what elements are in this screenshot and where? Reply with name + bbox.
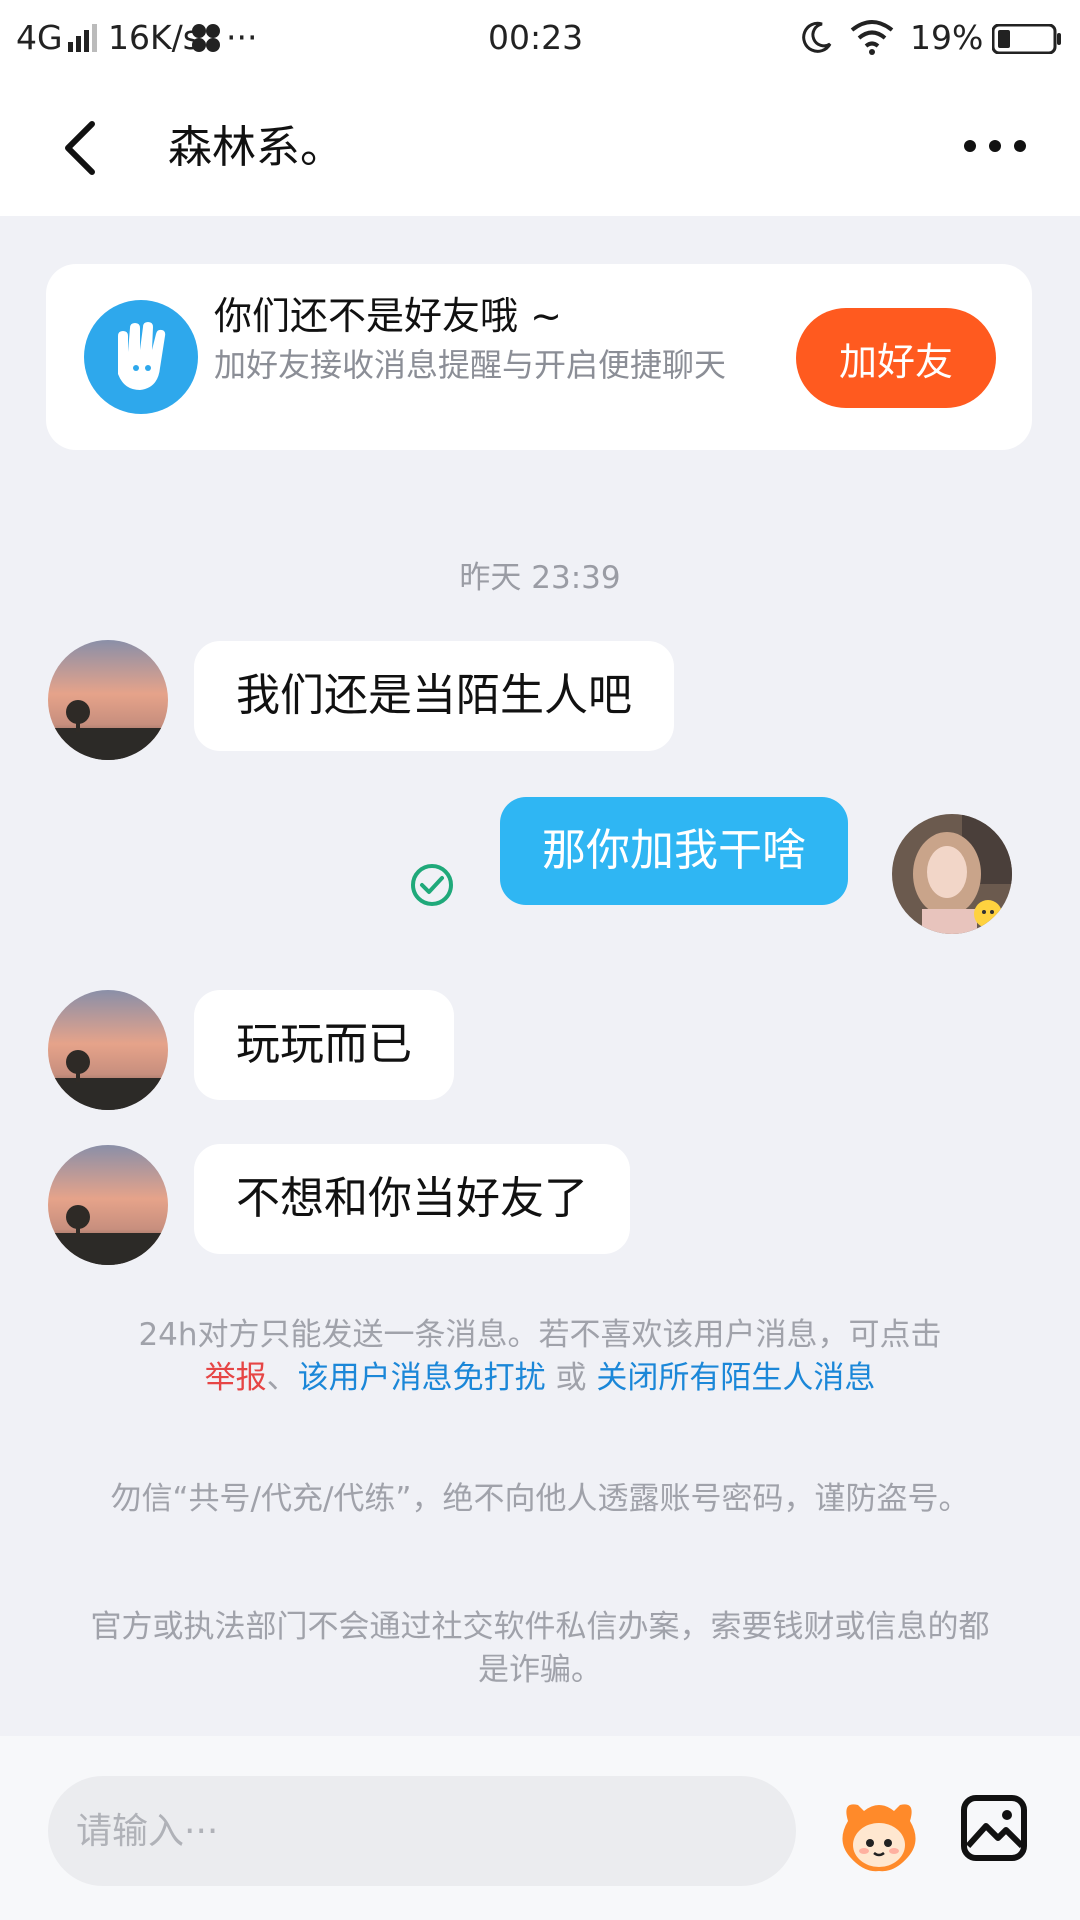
contact-avatar[interactable] [48,990,168,1110]
message-input-bar [0,1736,1080,1920]
close-stranger-messages-link[interactable]: 关闭所有陌生人消息 [596,1360,875,1396]
card-subtitle: 加好友接收消息提醒与开启便捷聊天 [214,346,727,384]
account-safety-warning: 勿信“共号/代充/代练”，绝不向他人透露账号密码，谨防盗号。 [110,1481,970,1517]
card-title: 你们还不是好友哦 ~ [214,294,562,338]
sunset-avatar-image [48,640,168,760]
message-input[interactable] [48,1776,796,1886]
signal-icon [68,24,97,52]
network-type: 4G [16,18,63,57]
battery-icon [992,24,1061,54]
fan-icon [192,24,220,52]
fraud-warning: 官方或执法部门不会通过社交软件私信办案，索要钱财或信息的都是诈骗。 [90,1609,990,1688]
read-check-icon [411,864,453,906]
add-friend-card: 你们还不是好友哦 ~ 加好友接收消息提醒与开启便捷聊天 加好友 [46,264,1032,450]
contact-avatar[interactable] [48,1145,168,1265]
notice-or: 或 [545,1360,597,1396]
chevron-left-icon[interactable] [60,118,100,178]
stranger-message-notice: 24h对方只能发送一条消息。若不喜欢该用户消息，可点击 举报、该用户消息免打扰 … [40,1314,1040,1400]
wifi-icon [850,20,894,55]
clock: 00:23 [488,18,584,57]
notice-separator: 、 [266,1360,298,1396]
add-friend-button[interactable]: 加好友 [796,308,996,408]
sunset-avatar-image [48,1145,168,1265]
status-more-dots: ··· [226,18,258,57]
network-speed: 16K/s [108,18,200,57]
moon-icon [802,21,832,53]
more-dots-icon[interactable] [960,126,1030,166]
image-icon[interactable] [960,1794,1028,1862]
message-bubble-incoming[interactable]: 玩玩而已 [194,990,454,1100]
mute-user-link[interactable]: 该用户消息免打扰 [298,1360,546,1396]
chat-header: 森林系。 [0,78,1080,216]
girl-avatar-image [892,814,1012,934]
sunset-avatar-image [48,990,168,1110]
message-timestamp: 昨天 23:39 [459,560,621,596]
message-bubble-outgoing[interactable]: 那你加我干啥 [500,797,848,905]
status-bar: 4G 16K/s ··· 00:23 19% [0,0,1080,78]
notice-text: 24h对方只能发送一条消息。若不喜欢该用户消息，可点击 [138,1317,942,1353]
contact-avatar[interactable] [48,640,168,760]
battery-percent: 19% [910,18,984,57]
my-avatar[interactable] [892,814,1012,934]
message-bubble-incoming[interactable]: 我们还是当陌生人吧 [194,641,674,751]
message-bubble-incoming[interactable]: 不想和你当好友了 [194,1144,630,1254]
emoji-face-icon[interactable] [834,1791,924,1881]
report-link[interactable]: 举报 [205,1360,267,1396]
chat-title: 森林系。 [168,122,344,173]
hand-icon [84,300,198,414]
